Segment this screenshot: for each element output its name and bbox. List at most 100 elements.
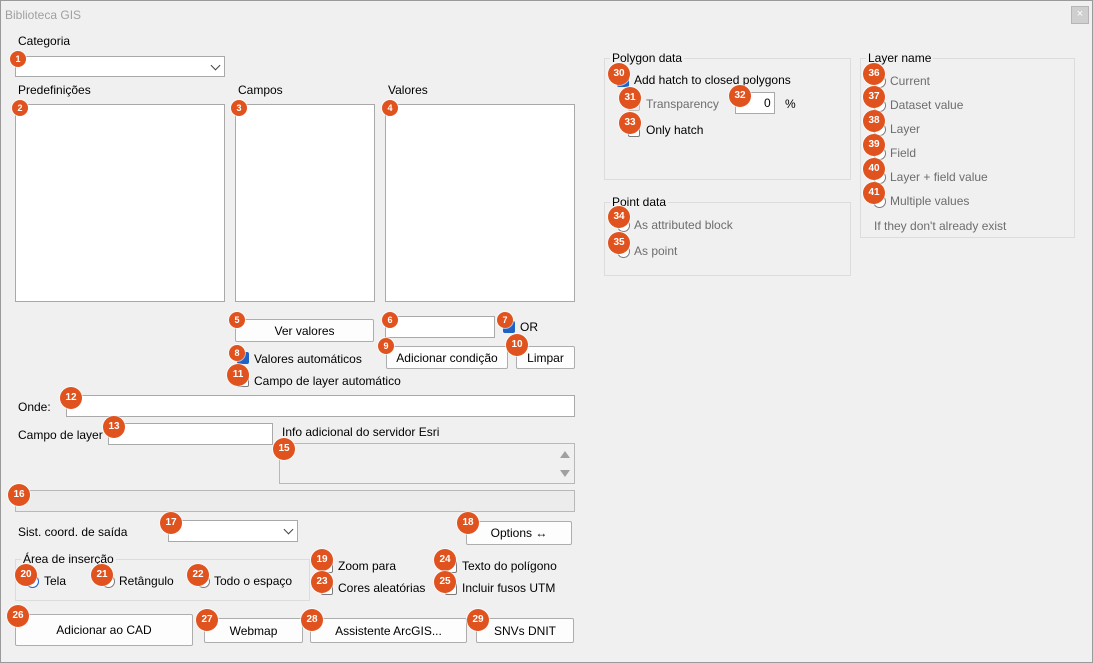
zoom-para-label: Zoom para bbox=[338, 559, 397, 573]
current-label: Current bbox=[890, 74, 931, 88]
badge-26: 26 bbox=[7, 605, 29, 627]
badge-6: 6 bbox=[382, 312, 398, 328]
badge-11: 11 bbox=[227, 364, 249, 386]
badge-1: 1 bbox=[10, 51, 26, 67]
badge-34: 34 bbox=[608, 206, 630, 228]
scroll-up-icon[interactable] bbox=[560, 451, 570, 458]
limpar-label: Limpar bbox=[527, 350, 564, 365]
badge-7: 7 bbox=[497, 312, 513, 328]
todo-espaco-label: Todo o espaço bbox=[214, 574, 293, 588]
info-esri-label: Info adicional do servidor Esri bbox=[282, 425, 440, 439]
as-point-label: As point bbox=[634, 244, 678, 258]
field-label: Field bbox=[890, 146, 917, 160]
badge-29: 29 bbox=[467, 609, 489, 631]
badge-12: 12 bbox=[60, 387, 82, 409]
ver-valores-button[interactable]: Ver valores bbox=[235, 319, 374, 342]
transparency-label: Transparency bbox=[646, 97, 719, 111]
badge-13: 13 bbox=[103, 416, 125, 438]
retangulo-label: Retângulo bbox=[119, 574, 174, 588]
valores-automaticos-label: Valores automáticos bbox=[254, 352, 362, 366]
texto-poligono-label: Texto do polígono bbox=[462, 559, 557, 573]
layer-field-value-label: Layer + field value bbox=[890, 170, 988, 184]
badge-5: 5 bbox=[229, 312, 245, 328]
badge-20: 24 bbox=[434, 549, 456, 571]
snvs-dnit-label: SNVs DNIT bbox=[493, 623, 556, 638]
badge-41: 41 bbox=[863, 182, 885, 204]
window-title: Biblioteca GIS bbox=[5, 8, 82, 22]
campos-label: Campos bbox=[238, 83, 283, 97]
badge-25: 25 bbox=[434, 571, 456, 593]
options-button[interactable]: Options ↔ bbox=[466, 521, 572, 545]
incluir-fusos-label: Incluir fusos UTM bbox=[462, 581, 556, 595]
point-data-group bbox=[604, 202, 851, 276]
badge-2: 2 bbox=[12, 100, 28, 116]
dataset-value-label: Dataset value bbox=[890, 98, 964, 112]
info-esri-textarea[interactable] bbox=[279, 443, 575, 484]
adicionar-cad-button[interactable]: Adicionar ao CAD bbox=[15, 614, 193, 646]
badge-33: 33 bbox=[619, 112, 641, 134]
badge-40: 40 bbox=[863, 158, 885, 180]
scroll-down-icon[interactable] bbox=[560, 470, 570, 477]
badge-38: 38 bbox=[863, 110, 885, 132]
close-button[interactable]: × bbox=[1071, 6, 1089, 24]
title-bar: Biblioteca GIS × bbox=[1, 1, 1092, 29]
adicionar-condicao-label: Adicionar condição bbox=[396, 350, 498, 365]
snvs-dnit-button[interactable]: SNVs DNIT bbox=[476, 618, 574, 643]
webmap-label: Webmap bbox=[229, 623, 278, 638]
badge-30: 30 bbox=[608, 63, 630, 85]
predefinicoes-label: Predefinições bbox=[18, 83, 91, 97]
adicionar-condicao-button[interactable]: Adicionar condição bbox=[386, 346, 508, 369]
badge-17: 17 bbox=[160, 512, 182, 534]
badge-9: 9 bbox=[378, 338, 394, 354]
multiple-values-label: Multiple values bbox=[890, 194, 970, 208]
badge-32: 32 bbox=[729, 85, 751, 107]
badge-16: 16 bbox=[8, 484, 30, 506]
badge-10: 10 bbox=[506, 334, 528, 356]
ver-valores-label: Ver valores bbox=[274, 323, 335, 338]
condition-input[interactable] bbox=[385, 316, 495, 338]
add-hatch-label: Add hatch to closed polygons bbox=[634, 73, 791, 87]
badge-4: 4 bbox=[382, 100, 398, 116]
adicionar-cad-label: Adicionar ao CAD bbox=[56, 623, 152, 637]
badge-28: 28 bbox=[301, 609, 323, 631]
badge-21: 20 bbox=[15, 564, 37, 586]
onde-input[interactable] bbox=[66, 395, 575, 417]
progress-bar bbox=[15, 490, 575, 512]
badge-18: 18 bbox=[457, 512, 479, 534]
chevron-down-icon bbox=[283, 524, 294, 535]
as-block-label: As attributed block bbox=[634, 218, 733, 232]
only-hatch-label: Only hatch bbox=[646, 123, 704, 137]
badge-37: 37 bbox=[863, 86, 885, 108]
chevron-down-icon bbox=[210, 60, 221, 71]
badge-31: 31 bbox=[619, 87, 641, 109]
valores-label: Valores bbox=[388, 83, 428, 97]
or-label: OR bbox=[520, 320, 538, 334]
sist-coord-dropdown[interactable] bbox=[168, 520, 298, 542]
badge-3: 3 bbox=[231, 100, 247, 116]
cores-aleatorias-label: Cores aleatórias bbox=[338, 581, 426, 595]
tela-label: Tela bbox=[44, 574, 67, 588]
badge-24: 23 bbox=[311, 571, 333, 593]
predefinicoes-list[interactable] bbox=[15, 104, 225, 302]
sist-coord-label: Sist. coord. de saída bbox=[18, 525, 128, 539]
badge-39: 39 bbox=[863, 134, 885, 156]
badge-23: 22 bbox=[187, 564, 209, 586]
badge-35: 35 bbox=[608, 232, 630, 254]
campo-layer-automatico-label: Campo de layer automático bbox=[254, 374, 401, 388]
badge-8: 8 bbox=[229, 345, 245, 361]
onde-label: Onde: bbox=[18, 400, 51, 414]
badge-19: 19 bbox=[311, 549, 333, 571]
layer-label: Layer bbox=[890, 122, 921, 136]
assistente-arcgis-button[interactable]: Assistente ArcGIS... bbox=[310, 618, 467, 643]
campos-list[interactable] bbox=[235, 104, 375, 302]
campo-layer-label: Campo de layer bbox=[18, 428, 103, 442]
categoria-dropdown[interactable] bbox=[15, 56, 225, 77]
badge-15: 15 bbox=[273, 438, 295, 460]
assistente-arcgis-label: Assistente ArcGIS... bbox=[335, 623, 442, 638]
valores-list[interactable] bbox=[385, 104, 575, 302]
layer-name-note: If they don't already exist bbox=[874, 219, 1007, 233]
webmap-button[interactable]: Webmap bbox=[204, 618, 303, 643]
campo-layer-input[interactable] bbox=[108, 423, 273, 445]
percent-label: % bbox=[785, 97, 796, 111]
badge-36: 36 bbox=[863, 63, 885, 85]
